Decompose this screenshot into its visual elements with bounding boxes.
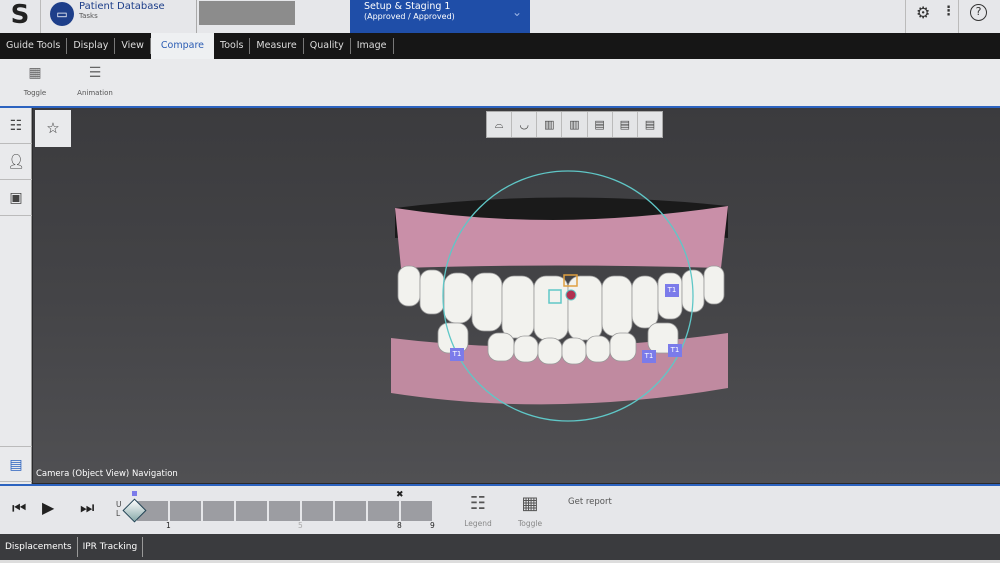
stage-segment[interactable] [236, 501, 267, 521]
tasks-label: Tasks [79, 12, 98, 20]
gear-icon[interactable]: ⚙ [916, 3, 930, 22]
tooth-marker[interactable]: T1 [450, 348, 464, 361]
tick-label: 9 [430, 521, 435, 530]
stage-track[interactable] [137, 501, 432, 521]
tick-label: 8 [397, 521, 402, 530]
user-icon[interactable]: 👤︎ [0, 144, 32, 180]
current-stage-marker [132, 491, 137, 496]
tab-image[interactable]: Image [351, 38, 394, 54]
stage-segment[interactable] [401, 501, 432, 521]
dental-model[interactable] [33, 108, 1000, 483]
tab-display[interactable]: Display [67, 38, 116, 54]
animation-icon: ☰ [88, 65, 102, 81]
stage-title: Setup & Staging 1 [364, 1, 451, 12]
toggle-icon: ▦ [28, 65, 42, 81]
chevron-down-icon[interactable]: ⌄ [512, 5, 522, 19]
tick-label: 5 [298, 521, 303, 530]
divider [40, 0, 41, 33]
breadcrumb-separator [185, 0, 197, 33]
menu-tabs: Guide Tools Display View Compare Tools M… [0, 33, 1000, 59]
tab-displacements[interactable]: Displacements [0, 537, 78, 557]
document-icon[interactable]: ▣ [0, 180, 32, 216]
staging-timeline: ⏮︎ ▶ ⏭︎ UL ✖ 1 5 8 9 ☷ Legend ▦ Toggle Get… [0, 484, 1000, 534]
stage-segment[interactable] [269, 501, 300, 521]
toggle-icon: ▦ [521, 493, 539, 514]
tab-compare[interactable]: Compare [150, 33, 214, 59]
animation-button[interactable]: ☰ Animation [72, 65, 118, 97]
patient-database-link[interactable]: Patient Database [79, 1, 165, 12]
ribbon: ▦ Toggle ☰ Animation [0, 59, 1000, 108]
tab-tools[interactable]: Tools [214, 38, 251, 54]
legend-icon: ☷ [469, 493, 487, 514]
tooth-marker[interactable]: T1 [642, 350, 656, 363]
tab-guide-tools[interactable]: Guide Tools [0, 38, 68, 54]
tab-ipr-tracking[interactable]: IPR Tracking [78, 537, 144, 557]
x-marker-icon: ✖ [396, 490, 404, 500]
toggle-label: Toggle [23, 89, 47, 97]
monitor-icon[interactable]: ▭ [50, 2, 74, 26]
help-icon[interactable]: ? [970, 4, 987, 21]
skip-forward-icon[interactable]: ⏭︎ [80, 498, 94, 518]
stage-segment[interactable] [170, 501, 201, 521]
toggle-button[interactable]: ▦ Toggle [512, 493, 548, 528]
divider [958, 0, 959, 33]
upper-label: U [116, 500, 122, 509]
animation-label: Animation [77, 89, 113, 97]
stage-segment[interactable] [335, 501, 366, 521]
app-logo: S [10, 0, 30, 30]
arch-selector[interactable]: UL [116, 500, 122, 518]
more-icon[interactable]: ⋮ [942, 4, 955, 19]
3d-viewport[interactable]: ☆ ⌓ ◡ ▥ ▥ ▤ ▤ ▤ T1 T1 T1 T1 Camera (Obje… [33, 108, 1000, 483]
stage-selector[interactable]: Setup & Staging 1 (Approved / Approved) … [350, 0, 530, 33]
stage-segment[interactable] [368, 501, 399, 521]
tab-quality[interactable]: Quality [304, 38, 351, 54]
tick-label: 1 [166, 521, 171, 530]
tooth-marker[interactable]: T1 [665, 284, 679, 297]
legend-label: Legend [464, 519, 492, 528]
status-text: Camera (Object View) Navigation [36, 469, 178, 479]
tooth-marker[interactable]: T1 [668, 344, 682, 357]
tab-view[interactable]: View [115, 38, 151, 54]
center-marker [565, 289, 577, 301]
skip-back-icon[interactable]: ⏮︎ [12, 498, 26, 518]
tab-measure[interactable]: Measure [250, 38, 304, 54]
header: S ▭ Patient Database Tasks Setup & Stagi… [0, 0, 1000, 33]
play-icon[interactable]: ▶ [42, 498, 54, 517]
left-sidebar: ☷ 👤︎ ▣ ▤ [0, 108, 32, 484]
get-report-button[interactable]: Get report [568, 497, 612, 507]
report-icon[interactable]: ▤ [0, 446, 32, 482]
toggle-label: Toggle [517, 519, 543, 528]
legend-button[interactable]: ☷ Legend [460, 493, 496, 528]
divider [905, 0, 906, 33]
stage-segment[interactable] [203, 501, 234, 521]
toggle-button[interactable]: ▦ Toggle [20, 65, 50, 97]
stage-segment[interactable] [302, 501, 333, 521]
lower-label: L [116, 509, 121, 518]
patient-name-field [199, 1, 295, 25]
stage-status: (Approved / Approved) [364, 12, 455, 21]
bottom-tabs: Displacements IPR Tracking [0, 534, 1000, 560]
checklist-icon[interactable]: ☷ [0, 108, 32, 144]
